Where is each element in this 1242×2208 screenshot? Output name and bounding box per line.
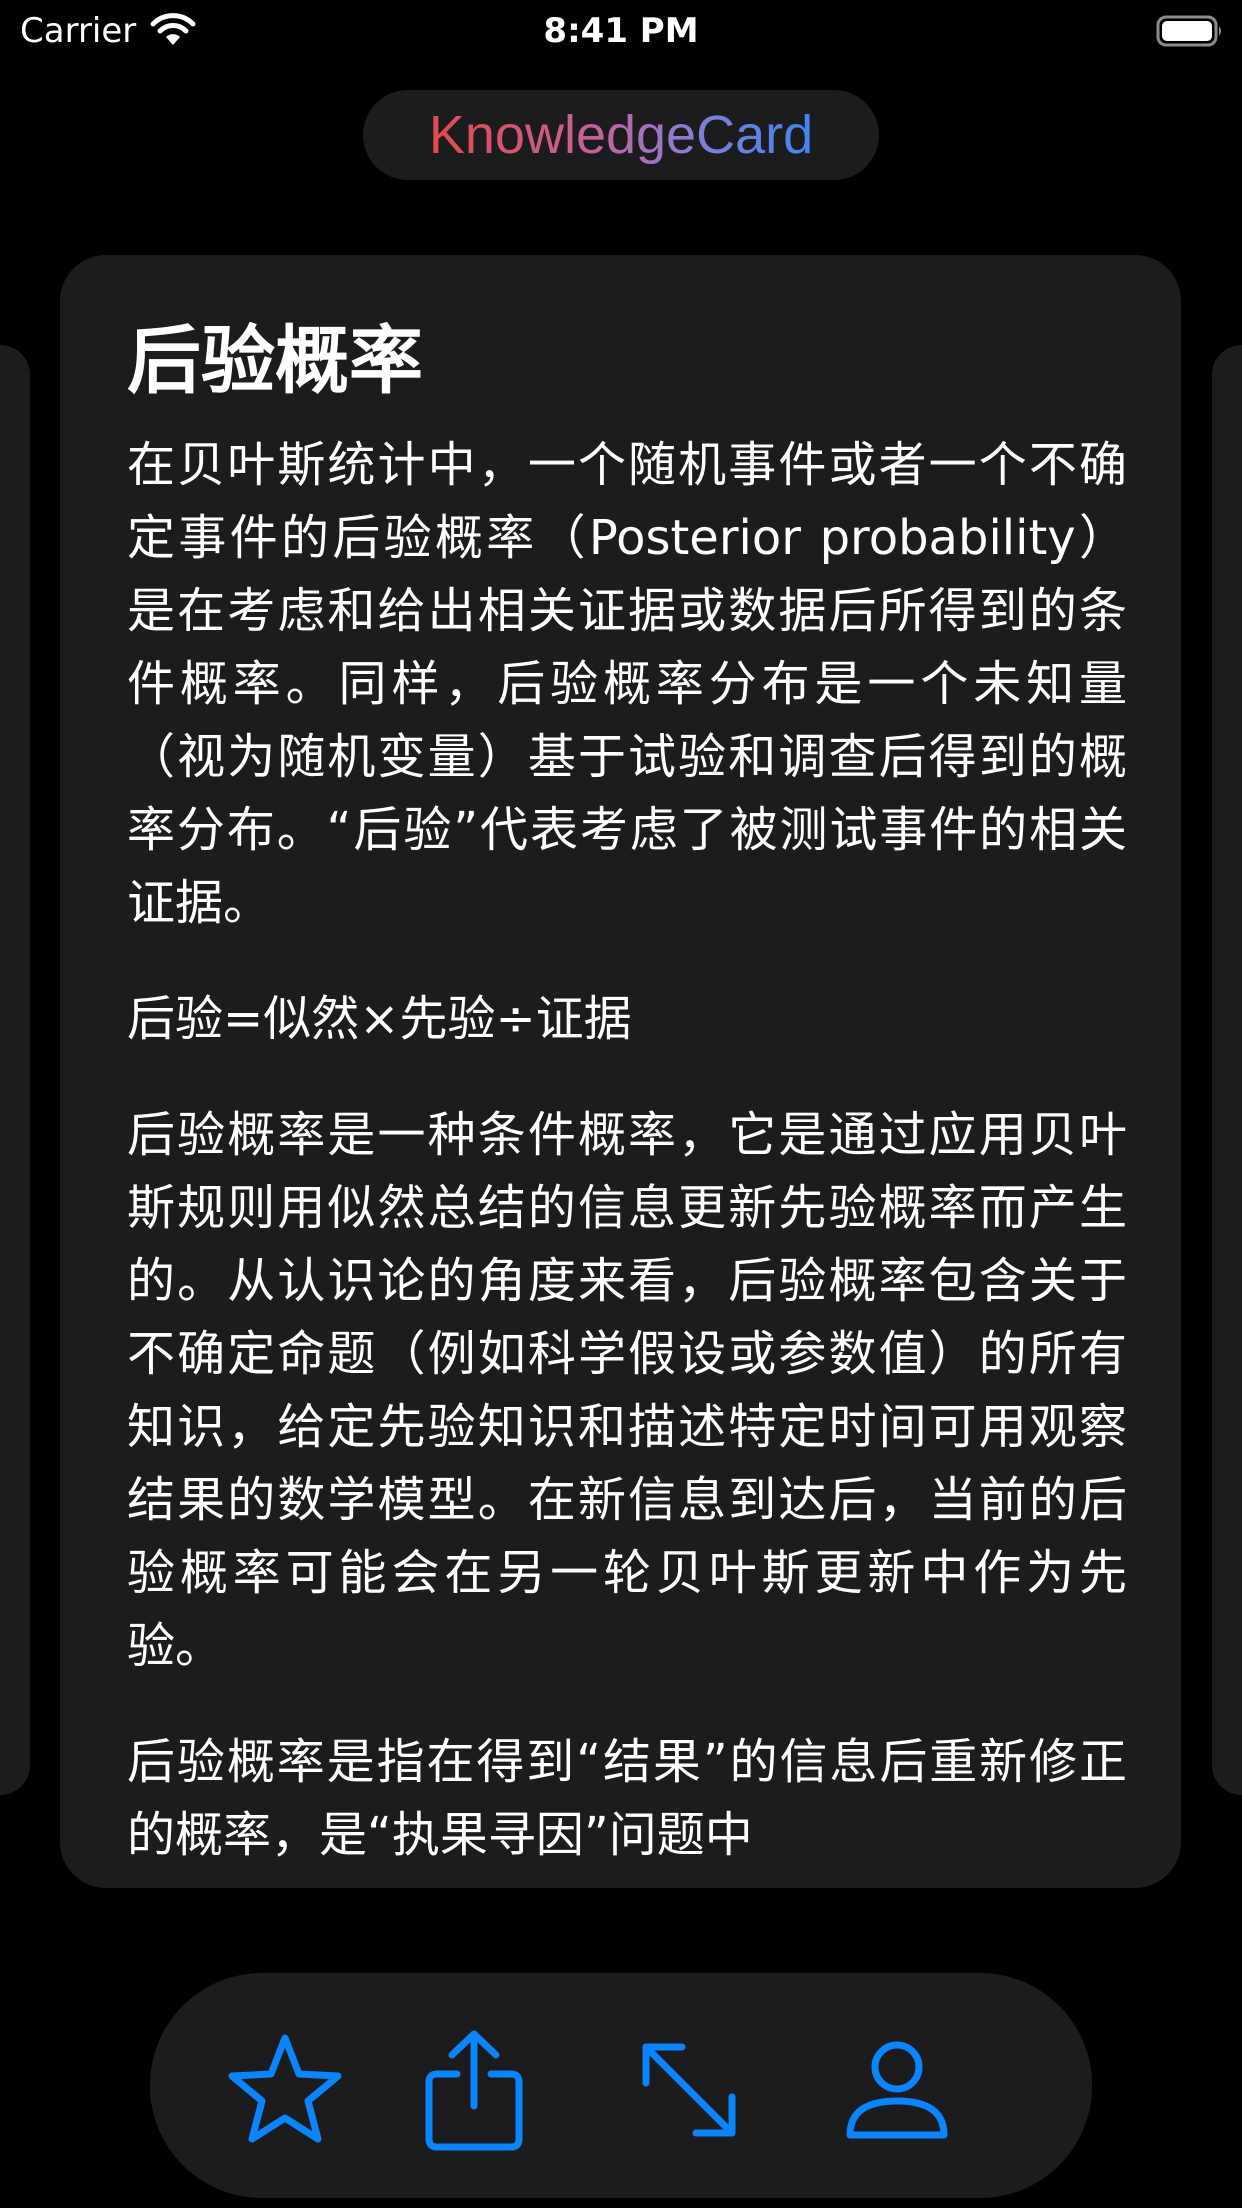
expand-icon	[634, 2035, 744, 2145]
card-paragraph: 后验概率是一种条件概率，它是通过应用贝叶斯规则用似然总结的信息更新先验概率而产生…	[127, 1107, 1127, 1674]
status-time: 8:41 PM	[543, 11, 699, 51]
card-paragraph: 在贝叶斯统计中，一个随机事件或者一个不确定事件的后验概率（Posterior p…	[127, 437, 1127, 931]
status-bar: Carrier 8:41 PM	[0, 0, 1242, 62]
star-icon	[225, 2030, 345, 2150]
card-content[interactable]: 后验概率 在贝叶斯统计中，一个随机事件或者一个不确定事件的后验概率（Poster…	[127, 315, 1127, 1875]
battery-full-icon	[1156, 14, 1224, 48]
favorite-button[interactable]	[220, 2025, 350, 2155]
bottom-toolbar	[150, 1973, 1092, 2198]
fullscreen-button[interactable]	[624, 2025, 754, 2155]
app-title: KnowledgeCard	[428, 105, 814, 165]
profile-button[interactable]	[832, 2025, 962, 2155]
person-icon	[842, 2035, 952, 2145]
previous-card-peek[interactable]	[0, 345, 30, 1795]
share-button[interactable]	[409, 2025, 539, 2155]
app-title-pill: KnowledgeCard	[363, 90, 879, 180]
knowledge-card[interactable]: 后验概率 在贝叶斯统计中，一个随机事件或者一个不确定事件的后验概率（Poster…	[60, 255, 1181, 1888]
card-title: 后验概率	[127, 318, 423, 404]
share-icon	[419, 2028, 529, 2153]
card-formula: 后验=似然×先验÷证据	[127, 991, 632, 1047]
next-card-peek[interactable]	[1212, 345, 1242, 1795]
card-paragraph: 后验概率是指在得到“结果”的信息后重新修正的概率，是“执果寻因”问题中	[127, 1734, 1127, 1863]
